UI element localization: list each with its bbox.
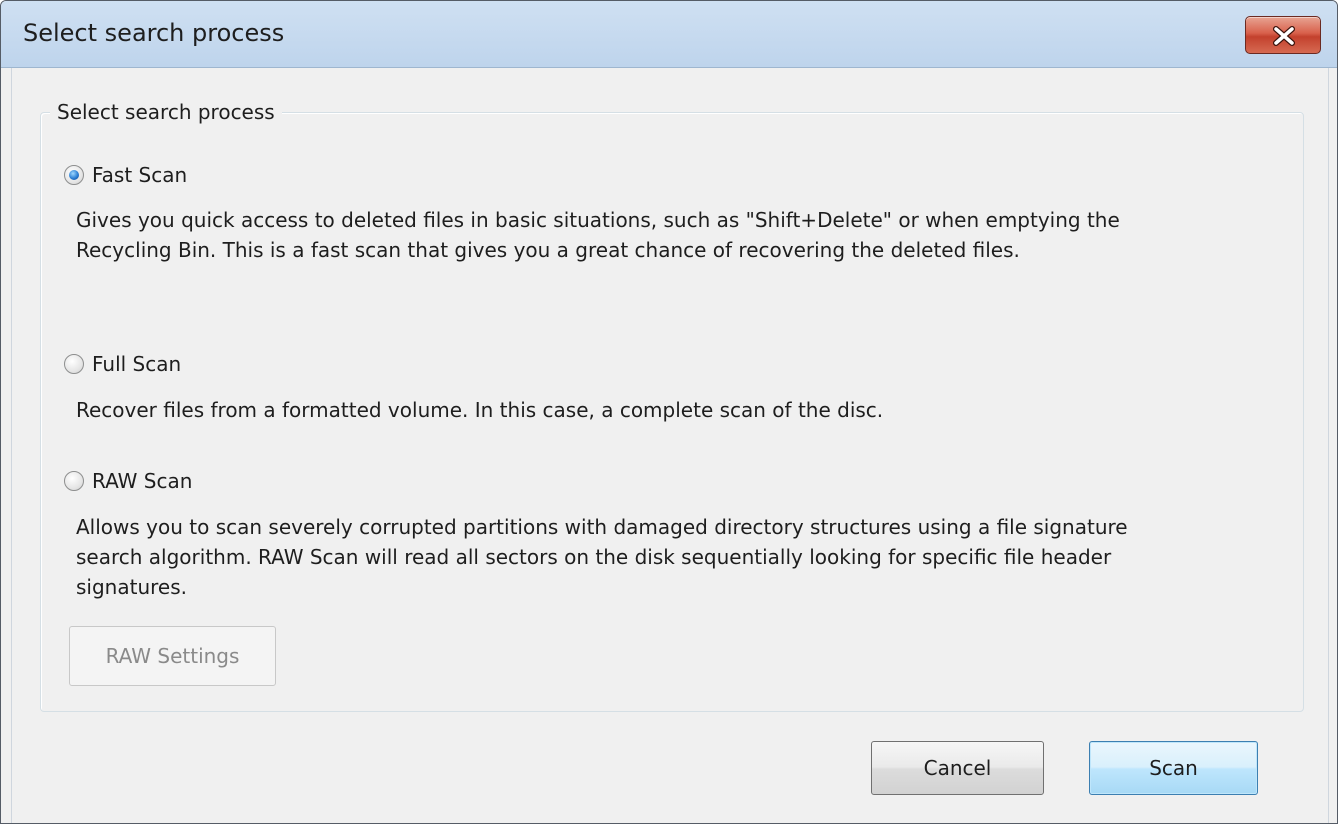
full-scan-description: Recover files from a formatted volume. I… bbox=[76, 398, 884, 422]
group-label: Select search process bbox=[50, 100, 282, 124]
radio-button[interactable] bbox=[64, 354, 84, 374]
fast-scan-description: Gives you quick access to deleted files … bbox=[76, 208, 1120, 262]
cancel-button[interactable]: Cancel bbox=[871, 741, 1044, 795]
radio-button-selected[interactable] bbox=[64, 165, 84, 185]
radio-raw-scan[interactable]: RAW Scan bbox=[64, 466, 192, 496]
radio-label-fast-scan: Fast Scan bbox=[92, 163, 188, 187]
window-title: Select search process bbox=[23, 19, 285, 47]
radio-fast-scan[interactable]: Fast Scan bbox=[64, 160, 187, 190]
radio-full-scan[interactable]: Full Scan bbox=[64, 349, 181, 379]
close-icon bbox=[1273, 26, 1295, 46]
radio-label-raw-scan: RAW Scan bbox=[92, 469, 193, 493]
radio-button[interactable] bbox=[64, 471, 84, 491]
title-bar[interactable]: Select search process bbox=[1, 1, 1337, 68]
raw-settings-button: RAW Settings bbox=[69, 626, 276, 686]
dialog-body: Select search process Fast Scan Gives yo… bbox=[11, 68, 1329, 823]
raw-scan-description: Allows you to scan severely corrupted pa… bbox=[76, 515, 1128, 599]
radio-label-full-scan: Full Scan bbox=[92, 352, 182, 376]
scan-button[interactable]: Scan bbox=[1089, 741, 1258, 795]
close-button[interactable] bbox=[1245, 16, 1321, 54]
dialog-window: Select search process Select search proc… bbox=[0, 0, 1338, 824]
